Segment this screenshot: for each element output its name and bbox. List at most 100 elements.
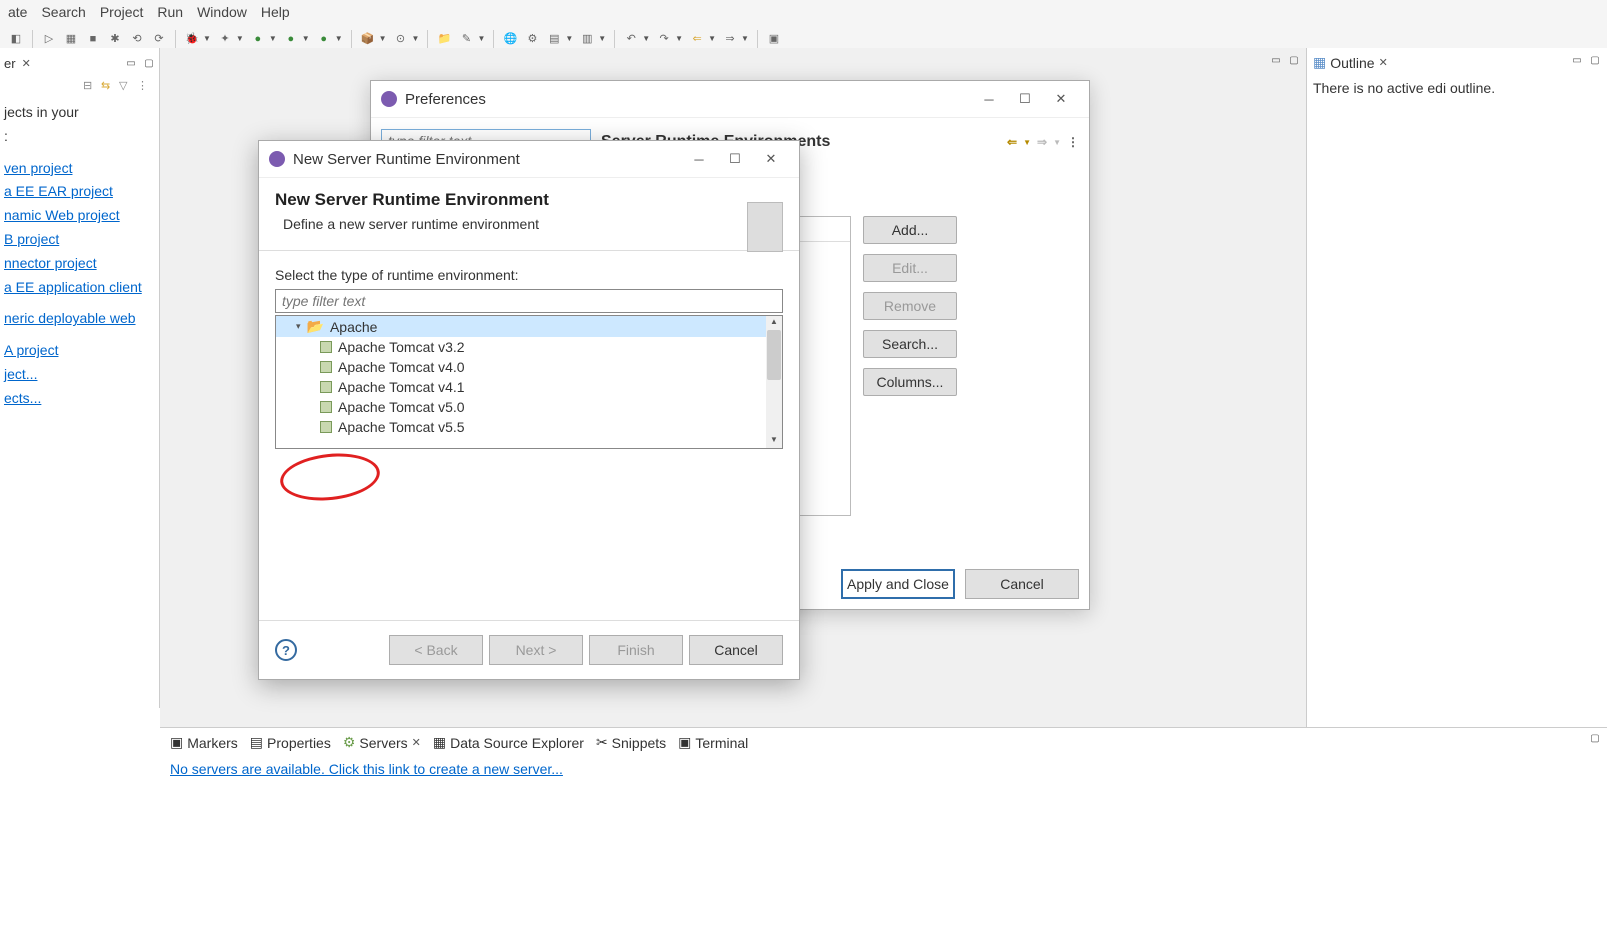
tool-icon[interactable]: ▥ xyxy=(579,31,595,47)
servers-icon: ⚙ xyxy=(343,734,356,751)
close-icon[interactable]: ✕ xyxy=(412,736,421,749)
tab-terminal[interactable]: ▣Terminal xyxy=(678,734,748,751)
minimize-icon[interactable]: ▭ xyxy=(1571,54,1583,66)
menu-item[interactable]: Search xyxy=(41,4,85,20)
run-icon[interactable]: ● xyxy=(316,31,332,47)
maximize-button[interactable]: ☐ xyxy=(1007,87,1043,111)
new-project-link[interactable]: B project xyxy=(4,228,155,252)
cancel-button[interactable]: Cancel xyxy=(689,635,783,665)
tool-icon[interactable]: 📁 xyxy=(436,31,452,47)
finish-button[interactable]: Finish xyxy=(589,635,683,665)
dialog-titlebar[interactable]: Preferences ─ ☐ ✕ xyxy=(371,81,1089,118)
tool-icon[interactable]: ✱ xyxy=(107,31,123,47)
new-project-link[interactable]: ects... xyxy=(4,387,155,411)
tree-item[interactable]: Apache Tomcat v5.5 xyxy=(276,417,782,437)
runtime-tree[interactable]: ▾ 📂 Apache Apache Tomcat v3.2 Apache Tom… xyxy=(275,315,783,449)
view-tab-label[interactable]: er xyxy=(4,56,16,71)
new-project-link[interactable]: nnector project xyxy=(4,252,155,276)
maximize-icon[interactable]: ▢ xyxy=(1589,54,1601,66)
tool-icon[interactable]: ▤ xyxy=(546,31,562,47)
add-button[interactable]: Add... xyxy=(863,216,957,244)
search-button[interactable]: Search... xyxy=(863,330,957,358)
tab-datasource[interactable]: ▦Data Source Explorer xyxy=(433,734,584,751)
new-project-link[interactable]: ject... xyxy=(4,363,155,387)
menu-item[interactable]: ate xyxy=(8,4,27,20)
runtime-filter-input[interactable] xyxy=(275,289,783,313)
back-arrow-icon[interactable]: ⇐ xyxy=(1007,135,1017,149)
filter-icon[interactable]: ▽ xyxy=(119,79,133,93)
minimize-button[interactable]: ─ xyxy=(971,87,1007,111)
help-icon[interactable]: ? xyxy=(275,639,297,661)
menu-dots-icon[interactable]: ⋮ xyxy=(137,79,151,93)
menu-item[interactable]: Help xyxy=(261,4,290,20)
tree-folder-apache[interactable]: ▾ 📂 Apache xyxy=(276,316,782,337)
new-project-link[interactable]: ven project xyxy=(4,157,155,181)
maximize-button[interactable]: ☐ xyxy=(717,147,753,171)
outline-tab-label[interactable]: Outline xyxy=(1330,55,1374,71)
menu-item[interactable]: Window xyxy=(197,4,247,20)
tab-properties[interactable]: ▤Properties xyxy=(250,734,331,751)
tree-item[interactable]: Apache Tomcat v4.1 xyxy=(276,377,782,397)
run-icon[interactable]: ● xyxy=(250,31,266,47)
tool-icon[interactable]: ⚙ xyxy=(524,31,540,47)
close-button[interactable]: ✕ xyxy=(753,147,789,171)
edit-button[interactable]: Edit... xyxy=(863,254,957,282)
scrollbar[interactable]: ▲ ▼ xyxy=(766,316,782,448)
tree-item[interactable]: Apache Tomcat v5.0 xyxy=(276,397,782,417)
tree-item[interactable]: Apache Tomcat v4.0 xyxy=(276,357,782,377)
menu-item[interactable]: Project xyxy=(100,4,144,20)
tool-icon[interactable]: ■ xyxy=(85,31,101,47)
minimize-icon[interactable]: ▭ xyxy=(1270,54,1282,66)
new-project-link[interactable]: a EE EAR project xyxy=(4,180,155,204)
maximize-icon[interactable]: ▢ xyxy=(1589,732,1601,744)
tool-icon[interactable]: ✦ xyxy=(217,31,233,47)
link-icon[interactable]: ⇆ xyxy=(101,79,115,93)
maximize-icon[interactable]: ▢ xyxy=(1288,54,1300,66)
new-project-link[interactable]: A project xyxy=(4,339,155,363)
tab-snippets[interactable]: ✂Snippets xyxy=(596,734,666,751)
next-button[interactable]: Next > xyxy=(489,635,583,665)
dialog-titlebar[interactable]: New Server Runtime Environment ─ ☐ ✕ xyxy=(259,141,799,178)
tool-icon[interactable]: ◧ xyxy=(8,31,24,47)
minimize-icon[interactable]: ▭ xyxy=(125,58,137,70)
tool-icon[interactable]: 📦 xyxy=(360,31,376,47)
nav-fwd-icon[interactable]: ↷ xyxy=(656,31,672,47)
columns-button[interactable]: Columns... xyxy=(863,368,957,396)
tool-icon[interactable]: ✎ xyxy=(458,31,474,47)
tool-icon[interactable]: 🌐 xyxy=(502,31,518,47)
back-button[interactable]: < Back xyxy=(389,635,483,665)
tool-icon[interactable]: ▷ xyxy=(41,31,57,47)
close-button[interactable]: ✕ xyxy=(1043,87,1079,111)
new-project-link[interactable]: namic Web project xyxy=(4,204,155,228)
new-project-link[interactable]: a EE application client xyxy=(4,276,155,300)
fwd-arrow-icon[interactable]: ⇒ xyxy=(722,31,738,47)
cancel-button[interactable]: Cancel xyxy=(965,569,1079,599)
tool-icon[interactable]: ⟳ xyxy=(151,31,167,47)
menu-dots-icon[interactable]: ⋮ xyxy=(1067,135,1079,149)
fwd-arrow-icon[interactable]: ⇒ xyxy=(1037,135,1047,149)
run-icon[interactable]: ● xyxy=(283,31,299,47)
menu-item[interactable]: Run xyxy=(157,4,183,20)
tab-markers[interactable]: ▣Markers xyxy=(170,734,238,751)
scroll-down-icon[interactable]: ▼ xyxy=(768,435,780,447)
tool-icon[interactable]: ⟲ xyxy=(129,31,145,47)
scroll-up-icon[interactable]: ▲ xyxy=(768,317,780,329)
apply-close-button[interactable]: Apply and Close xyxy=(841,569,955,599)
close-icon[interactable]: ✕ xyxy=(1379,56,1388,69)
remove-button[interactable]: Remove xyxy=(863,292,957,320)
tab-servers[interactable]: ⚙Servers✕ xyxy=(343,734,421,751)
tool-icon[interactable]: ▦ xyxy=(63,31,79,47)
maximize-icon[interactable]: ▢ xyxy=(143,58,155,70)
nav-back-icon[interactable]: ↶ xyxy=(623,31,639,47)
tree-item[interactable]: Apache Tomcat v3.2 xyxy=(276,337,782,357)
tool-icon[interactable]: ⊙ xyxy=(393,31,409,47)
create-server-link[interactable]: No servers are available. Click this lin… xyxy=(170,761,563,777)
close-icon[interactable]: ✕ xyxy=(22,57,31,70)
new-project-link[interactable]: neric deployable web xyxy=(4,307,155,331)
back-arrow-icon[interactable]: ⇐ xyxy=(689,31,705,47)
minimize-button[interactable]: ─ xyxy=(681,147,717,171)
collapse-icon[interactable]: ⊟ xyxy=(83,79,97,93)
tool-icon[interactable]: ▣ xyxy=(766,31,782,47)
debug-icon[interactable]: 🐞 xyxy=(184,31,200,47)
scroll-thumb[interactable] xyxy=(767,330,781,380)
